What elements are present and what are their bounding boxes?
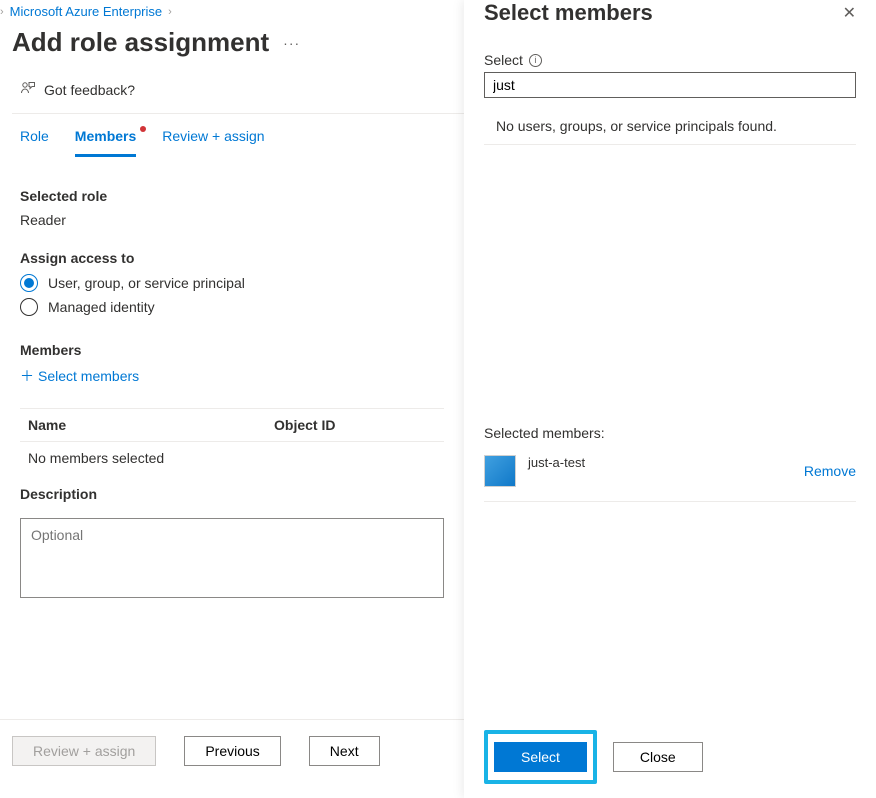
radio-icon <box>20 298 38 316</box>
assign-access-label: Assign access to <box>20 250 444 266</box>
plus-icon: ＋ <box>20 366 34 386</box>
next-button[interactable]: Next <box>309 736 380 766</box>
selected-member-row: just-a-test Remove <box>484 455 856 487</box>
tab-role[interactable]: Role <box>20 128 49 157</box>
select-members-panel: Select members ✕ Select i No users, grou… <box>464 0 876 798</box>
tutorial-highlight: Select <box>484 730 597 784</box>
panel-title: Select members <box>484 0 653 26</box>
member-thumbnail-icon <box>484 455 516 487</box>
members-label: Members <box>20 342 444 358</box>
chevron-right-icon: › <box>168 6 172 18</box>
radio-user-group-sp[interactable]: User, group, or service principal <box>20 274 444 292</box>
tabs: Role Members Review + assign <box>0 114 464 158</box>
person-feedback-icon <box>20 80 36 99</box>
members-table-header: Name Object ID <box>20 409 444 441</box>
previous-button[interactable]: Previous <box>184 736 280 766</box>
remove-member-link[interactable]: Remove <box>804 463 856 479</box>
feedback-label: Got feedback? <box>44 82 135 98</box>
close-icon[interactable]: ✕ <box>843 3 856 23</box>
radio-label: User, group, or service principal <box>48 275 245 291</box>
selected-role-value: Reader <box>20 212 444 228</box>
more-menu-icon[interactable]: ··· <box>283 35 300 51</box>
radio-label: Managed identity <box>48 299 155 315</box>
search-input[interactable] <box>484 72 856 98</box>
select-members-link[interactable]: ＋ Select members <box>20 366 444 386</box>
description-label: Description <box>20 486 444 502</box>
breadcrumb-link[interactable]: Microsoft Azure Enterprise <box>10 4 162 19</box>
search-label: Select <box>484 52 523 68</box>
info-icon[interactable]: i <box>529 54 542 67</box>
column-name: Name <box>28 417 274 433</box>
selected-role-label: Selected role <box>20 188 444 204</box>
selected-members-label: Selected members: <box>484 425 856 441</box>
page-title: Add role assignment <box>12 27 269 58</box>
column-object-id: Object ID <box>274 417 436 433</box>
close-button[interactable]: Close <box>613 742 703 772</box>
chevron-right-icon: › <box>0 6 4 18</box>
no-results-message: No users, groups, or service principals … <box>484 98 856 144</box>
page-footer: Review + assign Previous Next <box>0 719 464 798</box>
select-members-text: Select members <box>38 368 139 384</box>
breadcrumb: › Microsoft Azure Enterprise › <box>0 0 464 27</box>
members-table-empty: No members selected <box>20 442 444 486</box>
review-assign-button[interactable]: Review + assign <box>12 736 156 766</box>
panel-footer: Select Close <box>464 716 876 798</box>
attention-dot-icon <box>140 126 146 132</box>
tab-members[interactable]: Members <box>75 128 136 157</box>
member-name: just-a-test <box>528 455 792 470</box>
tab-members-label: Members <box>75 128 136 144</box>
tab-review[interactable]: Review + assign <box>162 128 264 157</box>
radio-managed-identity[interactable]: Managed identity <box>20 298 444 316</box>
select-button[interactable]: Select <box>494 742 587 772</box>
feedback-link[interactable]: Got feedback? <box>0 80 464 113</box>
radio-icon <box>20 274 38 292</box>
description-input[interactable] <box>20 518 444 598</box>
